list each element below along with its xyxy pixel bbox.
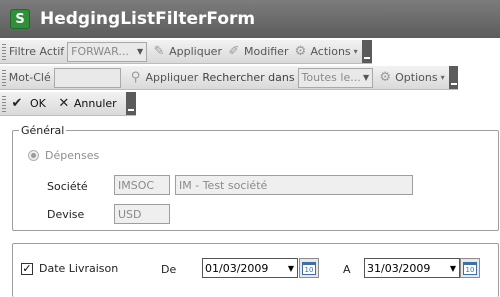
apply-search-label: Appliquer — [145, 71, 199, 84]
toolbar-overflow-button[interactable] — [448, 66, 458, 89]
ok-button[interactable]: ✔ OK — [9, 96, 46, 111]
toolbar-grip[interactable] — [2, 43, 6, 60]
close-icon: ✕ — [58, 96, 70, 111]
search-in-value: Toutes le... — [301, 71, 361, 84]
ok-label: OK — [30, 97, 46, 110]
from-date-value: 01/03/2009 — [205, 261, 269, 275]
options-menu-button[interactable]: ⚙ Options ▾ — [377, 70, 444, 85]
company-code-field[interactable]: IMSOC — [114, 175, 170, 195]
chevron-down-icon[interactable]: ▼ — [447, 264, 459, 273]
toolbar-grip[interactable] — [2, 69, 6, 86]
delivery-date-checkbox-row[interactable]: ✓ Date Livraison — [21, 262, 118, 275]
cancel-button[interactable]: ✕ Annuler — [56, 96, 117, 111]
search-toolbar: Mot-Clé ⚲ Appliquer Rechercher dans Tout… — [0, 66, 458, 90]
active-filter-value: FORWAR... — [71, 45, 129, 58]
gear-icon: ⚙ — [379, 70, 391, 85]
currency-field[interactable]: USD — [114, 204, 170, 224]
active-filter-label: Filtre Actif — [9, 45, 65, 58]
search-in-select[interactable]: Toutes le... ▼ — [297, 67, 374, 88]
wand-icon: ✎ — [153, 44, 165, 59]
from-date-picker[interactable]: 01/03/2009 ▼ — [202, 258, 298, 278]
cancel-label: Annuler — [73, 97, 117, 110]
toolbar-overflow-button[interactable] — [362, 40, 372, 63]
from-label: De — [161, 263, 177, 276]
expenses-radio-label: Dépenses — [45, 149, 100, 162]
calendar-icon: 10 — [302, 261, 316, 275]
from-calendar-button[interactable]: 10 — [299, 258, 319, 278]
company-name-value: IM - Test société — [179, 178, 268, 192]
apply-search-button[interactable]: ⚲ Appliquer — [127, 70, 199, 85]
active-filter-select[interactable]: FORWAR... ▼ — [67, 41, 148, 62]
company-code-value: IMSOC — [118, 178, 155, 192]
to-calendar-button[interactable]: 10 — [460, 258, 480, 278]
to-date-picker[interactable]: 31/03/2009 ▼ — [364, 258, 460, 278]
general-legend: Général — [21, 124, 65, 137]
to-date-value: 31/03/2009 — [367, 261, 431, 275]
toolbar-overflow-button[interactable] — [126, 92, 136, 115]
company-name-field[interactable]: IM - Test société — [175, 175, 413, 195]
app-logo-icon: S — [10, 9, 30, 29]
expenses-radio[interactable] — [28, 150, 39, 161]
keyword-input[interactable] — [53, 67, 122, 88]
binoculars-icon: ⚲ — [130, 70, 141, 85]
to-label: A — [343, 263, 351, 276]
delivery-date-label: Date Livraison — [39, 262, 119, 275]
window-title: HedgingListFilterForm — [40, 9, 256, 29]
currency-value: USD — [118, 207, 142, 221]
dropdown-arrow-icon: ▾ — [353, 47, 358, 56]
chevron-down-icon: ▼ — [362, 73, 370, 82]
confirm-toolbar: ✔ OK ✕ Annuler — [0, 92, 136, 116]
keyword-label: Mot-Clé — [8, 71, 51, 84]
actions-label: Actions — [310, 45, 351, 58]
dropdown-arrow-icon: ▾ — [440, 73, 445, 82]
search-in-label: Rechercher dans — [202, 71, 295, 84]
currency-label: Devise — [47, 208, 85, 221]
toolbar-grip[interactable] — [2, 95, 6, 112]
filter-toolbar: Filtre Actif FORWAR... ▼ ✎ Appliquer ✐ M… — [0, 40, 372, 64]
actions-menu-button[interactable]: ⚙ Actions ▾ — [292, 44, 358, 59]
general-group: Général Dépenses Société IMSOC IM - Test… — [12, 124, 499, 231]
expenses-radio-row[interactable]: Dépenses — [28, 149, 99, 162]
options-label: Options — [395, 71, 438, 84]
gear-icon: ⚙ — [294, 44, 307, 59]
edit-icon: ✐ — [228, 44, 240, 59]
checkmark-icon: ✔ — [11, 96, 23, 111]
delivery-date-checkbox[interactable]: ✓ — [21, 262, 33, 275]
company-label: Société — [47, 180, 88, 193]
title-bar: S HedgingListFilterForm — [0, 0, 500, 38]
modify-label: Modifier — [243, 45, 289, 58]
apply-filter-label: Appliquer — [169, 45, 222, 58]
delivery-date-group: ✓ Date Livraison De 01/03/2009 ▼ 10 A 31… — [12, 243, 499, 297]
calendar-icon: 10 — [463, 261, 477, 275]
chevron-down-icon: ▼ — [136, 47, 144, 56]
apply-filter-button[interactable]: ✎ Appliquer — [151, 44, 222, 59]
chevron-down-icon[interactable]: ▼ — [285, 264, 297, 273]
modify-button[interactable]: ✐ Modifier — [226, 44, 289, 59]
